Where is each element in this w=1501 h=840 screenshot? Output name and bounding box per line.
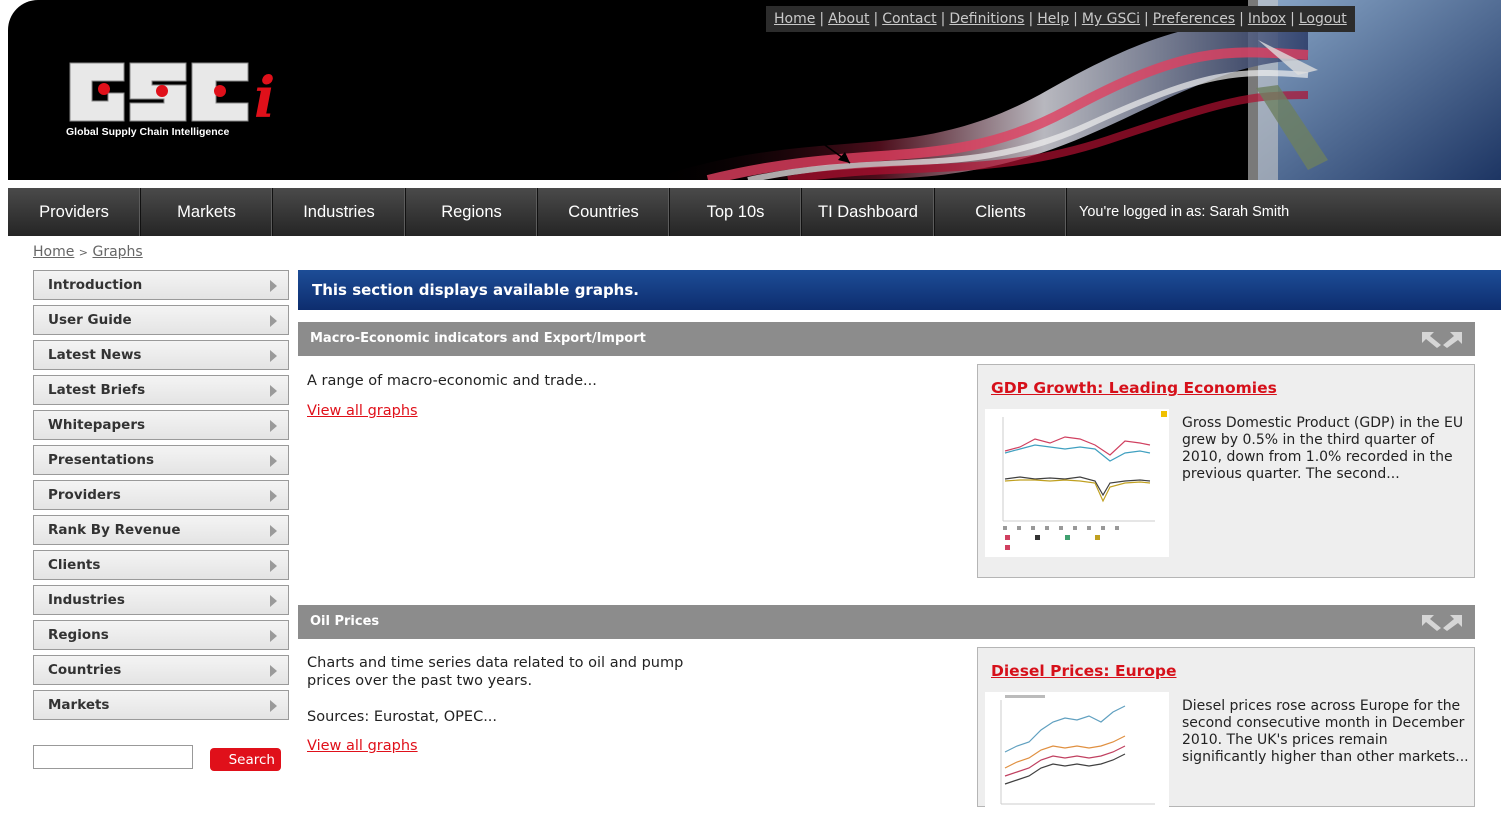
chevron-right-icon [270, 560, 277, 572]
logo-tagline: Global Supply Chain Intelligence [66, 126, 230, 138]
site-banner: i Global Supply Chain Intelligence Home |… [8, 0, 1501, 180]
sidebar-item-label: Latest News [48, 347, 142, 363]
chevron-right-icon [270, 525, 277, 537]
nav-industries[interactable]: Industries [273, 188, 406, 236]
expand-arrows-icon[interactable] [1419, 329, 1465, 349]
sidebar-item-label: Whitepapers [48, 417, 146, 433]
breadcrumb-home[interactable]: Home [33, 244, 74, 260]
chevron-right-icon [270, 490, 277, 502]
sidebar-item-label: Introduction [48, 277, 143, 293]
breadcrumb: Home > Graphs [33, 244, 143, 260]
svg-text:i: i [254, 65, 275, 131]
nav-providers[interactable]: Providers [8, 188, 141, 236]
nav-markets[interactable]: Markets [141, 188, 273, 236]
top-link-inbox[interactable]: Inbox [1248, 11, 1286, 27]
breadcrumb-separator: > [78, 246, 89, 259]
category-title: Macro-Economic indicators and Export/Imp… [310, 331, 646, 346]
chevron-right-icon [270, 385, 277, 397]
top-link-help[interactable]: Help [1037, 11, 1069, 27]
sidebar-item-countries[interactable]: Countries [33, 655, 289, 685]
nav-countries[interactable]: Countries [538, 188, 670, 236]
search-button[interactable]: Search [210, 748, 281, 771]
sidebar-item-label: Latest Briefs [48, 382, 146, 398]
search-input[interactable] [33, 745, 193, 769]
login-status: You're logged in as: Sarah Smith [1079, 204, 1290, 220]
nav-top-10s[interactable]: Top 10s [670, 188, 802, 236]
chevron-right-icon [270, 595, 277, 607]
chevron-right-icon [270, 420, 277, 432]
gsci-logo: i [69, 62, 275, 131]
main-navigation: Providers Markets Industries Regions Cou… [8, 188, 1501, 236]
sidebar-item-regions[interactable]: Regions [33, 620, 289, 650]
gdp-chart-thumbnail[interactable] [985, 409, 1169, 557]
feature-graph-title[interactable]: GDP Growth: Leading Economies [991, 379, 1277, 397]
sidebar-item-label: Regions [48, 627, 109, 643]
sidebar-item-latest-news[interactable]: Latest News [33, 340, 289, 370]
top-link-home[interactable]: Home [774, 11, 815, 27]
feature-graph-summary: Gross Domestic Product (GDP) in the EU g… [1182, 415, 1464, 482]
view-all-graphs-link[interactable]: View all graphs [307, 403, 418, 419]
feature-graph-summary: Diesel prices rose across Europe for the… [1182, 698, 1469, 765]
category-description: A range of macro-economic and trade... [307, 373, 597, 389]
top-link-definitions[interactable]: Definitions [949, 11, 1024, 27]
sidebar-item-clients[interactable]: Clients [33, 550, 289, 580]
sidebar: Introduction User Guide Latest News Late… [33, 270, 289, 725]
chevron-right-icon [270, 630, 277, 642]
chevron-right-icon [270, 700, 277, 712]
feature-graph-title[interactable]: Diesel Prices: Europe [991, 662, 1177, 680]
top-link-about[interactable]: About [828, 11, 869, 27]
nav-clients[interactable]: Clients [935, 188, 1067, 236]
sidebar-item-label: Industries [48, 592, 125, 608]
chevron-right-icon [270, 350, 277, 362]
sidebar-item-label: Presentations [48, 452, 155, 468]
chevron-right-icon [270, 455, 277, 467]
category-description: Charts and time series data related to o… [307, 655, 684, 689]
sidebar-item-label: User Guide [48, 312, 132, 328]
sidebar-item-label: Countries [48, 662, 122, 678]
chevron-right-icon [270, 315, 277, 327]
sidebar-item-label: Clients [48, 557, 101, 573]
nav-regions[interactable]: Regions [406, 188, 538, 236]
sidebar-item-industries[interactable]: Industries [33, 585, 289, 615]
sidebar-item-label: Markets [48, 697, 110, 713]
utility-links: Home | About | Contact | Definitions | Help | My G… [766, 6, 1355, 32]
feature-graph-card: GDP Growth: Leading Economies Gross Dome… [977, 364, 1475, 578]
category-bar-oil-prices[interactable]: Oil Prices [298, 605, 1475, 639]
chevron-right-icon [270, 280, 277, 292]
view-all-graphs-link[interactable]: View all graphs [307, 738, 418, 754]
sidebar-item-providers[interactable]: Providers [33, 480, 289, 510]
category-bar-macro-economic[interactable]: Macro-Economic indicators and Export/Imp… [298, 322, 1475, 356]
top-link-my-gsci[interactable]: My GSCi [1082, 11, 1140, 27]
sidebar-item-label: Providers [48, 487, 121, 503]
sidebar-item-introduction[interactable]: Introduction [33, 270, 289, 300]
category-title: Oil Prices [310, 614, 380, 629]
sidebar-item-rank-by-revenue[interactable]: Rank By Revenue [33, 515, 289, 545]
breadcrumb-current[interactable]: Graphs [92, 244, 142, 260]
sidebar-item-markets[interactable]: Markets [33, 690, 289, 720]
feature-graph-card: Diesel Prices: Europe Diesel prices rose… [977, 647, 1475, 840]
section-header: This section displays available graphs. [298, 270, 1501, 310]
nav-ti-dashboard[interactable]: TI Dashboard [802, 188, 935, 236]
chevron-right-icon [270, 665, 277, 677]
expand-arrows-icon[interactable] [1419, 612, 1465, 632]
sidebar-item-label: Rank By Revenue [48, 522, 181, 538]
diesel-chart-thumbnail[interactable] [985, 692, 1169, 840]
sidebar-item-presentations[interactable]: Presentations [33, 445, 289, 475]
sidebar-item-user-guide[interactable]: User Guide [33, 305, 289, 335]
top-link-logout[interactable]: Logout [1299, 11, 1347, 27]
sidebar-item-whitepapers[interactable]: Whitepapers [33, 410, 289, 440]
top-link-contact[interactable]: Contact [882, 11, 936, 27]
category-sources: Sources: Eurostat, OPEC... [307, 709, 498, 725]
top-link-preferences[interactable]: Preferences [1153, 11, 1235, 27]
sidebar-item-latest-briefs[interactable]: Latest Briefs [33, 375, 289, 405]
